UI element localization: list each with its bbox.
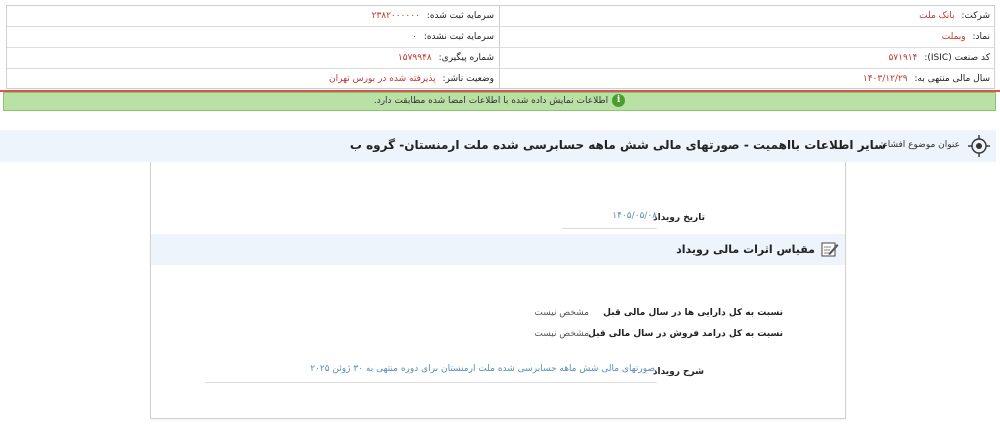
date-underline (562, 228, 657, 229)
description-value: صورتهای مالی شش ماهه حسابرسی شده ملت ارم… (310, 364, 655, 374)
company-label: شرکت: (961, 11, 990, 21)
info-row: شرکت: بانک ملت سرمایه ثبت شده: ۲۳۸۲۰۰۰۰۰… (7, 6, 994, 27)
unregistered-capital-cell: سرمایه ثبت نشده: ۰ (14, 27, 494, 48)
info-row: کد صنعت (ISIC): ۵۷۱۹۱۴ شماره پیگیری: ۱۵۷… (7, 48, 994, 69)
info-row: نماد: وبملت سرمایه ثبت نشده: ۰ (7, 27, 994, 48)
registered-capital-label: سرمایه ثبت شده: (426, 11, 494, 21)
edit-icon (821, 242, 839, 257)
symbol-label: نماد: (972, 32, 991, 42)
banner-text: اطلاعات نمایش داده شده با اطلاعات امضا ش… (373, 96, 609, 106)
tracking-number-value: ۱۵۷۹۹۴۸ (397, 53, 432, 63)
unregistered-capital-label: سرمایه ثبت نشده: (423, 32, 494, 42)
registered-capital-cell: سرمایه ثبت شده: ۲۳۸۲۰۰۰۰۰۰ (14, 6, 494, 27)
description-label: شرح رویداد (652, 367, 704, 377)
event-date-value: ۱۴۰۵/۰۵/۰۸ (612, 211, 657, 221)
assets-ratio-label: نسبت به کل دارایی ها در سال مالی قبل (603, 308, 783, 318)
publisher-status-label: وضعیت ناشر: (442, 74, 494, 84)
revenue-ratio-value: مشخص نیست (534, 329, 589, 339)
isic-cell: کد صنعت (ISIC): ۵۷۱۹۱۴ (510, 48, 990, 69)
subject-title: سایر اطلاعات بااهمیت - صورتهای مالی شش م… (349, 138, 886, 152)
assets-ratio-value: مشخص نیست (534, 308, 589, 318)
publisher-status-value: پذیرفته شده در بورس تهران (329, 74, 436, 84)
registered-capital-value: ۲۳۸۲۰۰۰۰۰۰ (371, 11, 420, 21)
info-icon: i (612, 94, 626, 107)
fiscal-year-label: سال مالی منتهی به: (914, 74, 990, 84)
tracking-number-cell: شماره پیگیری: ۱۵۷۹۹۴۸ (14, 48, 494, 69)
section-title: مقیاس اثرات مالی رویداد (676, 243, 815, 256)
subject-label: عنوان موضوع افشاء: (880, 140, 960, 150)
info-row: سال مالی منتهی به: ۱۴۰۳/۱۲/۲۹ وضعیت ناشر… (7, 69, 994, 90)
isic-label: کد صنعت (ISIC): (924, 53, 990, 63)
event-panel: تاریخ رویداد ۱۴۰۵/۰۵/۰۸ مقیاس اثرات مالی… (150, 162, 846, 419)
verification-banner: iاطلاعات نمایش داده شده با اطلاعات امضا … (3, 92, 996, 111)
isic-value: ۵۷۱۹۱۴ (888, 53, 918, 63)
subject-bar: عنوان موضوع افشاء: سایر اطلاعات بااهمیت … (0, 130, 996, 162)
company-info-table: شرکت: بانک ملت سرمایه ثبت شده: ۲۳۸۲۰۰۰۰۰… (6, 5, 995, 89)
unregistered-capital-value: ۰ (412, 32, 417, 42)
event-date-label: تاریخ رویداد (653, 213, 705, 223)
symbol-cell: نماد: وبملت (510, 27, 990, 48)
financial-impact-section: مقیاس اثرات مالی رویداد (151, 234, 845, 265)
fiscal-year-cell: سال مالی منتهی به: ۱۴۰۳/۱۲/۲۹ (510, 69, 990, 90)
revenue-ratio-label: نسبت به کل درامد فروش در سال مالی قبل (588, 329, 783, 339)
tracking-number-label: شماره پیگیری: (438, 53, 494, 63)
publisher-status-cell: وضعیت ناشر: پذیرفته شده در بورس تهران (14, 69, 494, 90)
target-icon (968, 135, 990, 157)
symbol-value[interactable]: وبملت (942, 32, 966, 42)
company-value[interactable]: بانک ملت (919, 11, 954, 21)
company-cell: شرکت: بانک ملت (510, 6, 990, 27)
fiscal-year-value: ۱۴۰۳/۱۲/۲۹ (862, 74, 908, 84)
description-underline (205, 382, 657, 383)
